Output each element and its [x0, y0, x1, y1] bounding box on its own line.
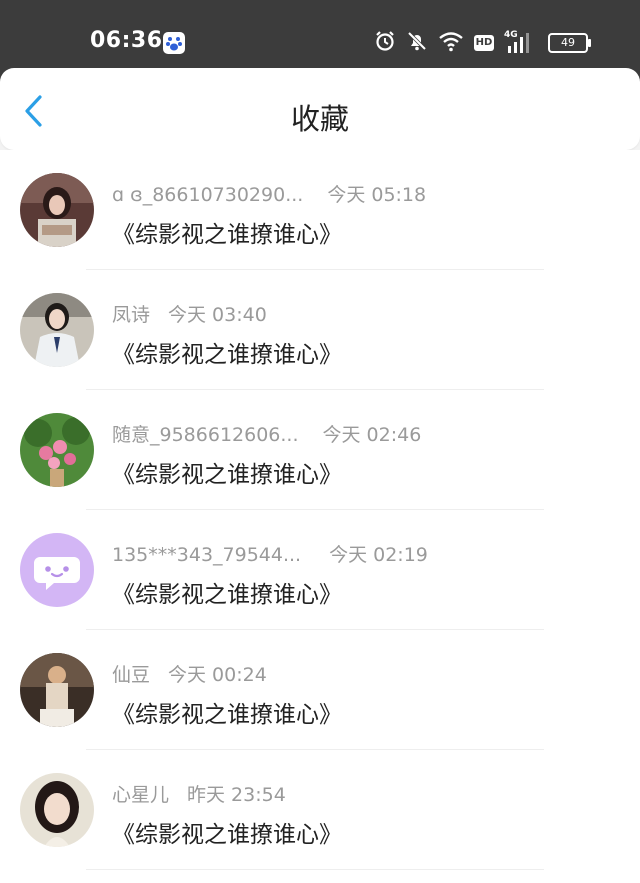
list-item[interactable]: 心星儿 昨天 23:54 《综影视之谁撩谁心》: [0, 750, 640, 870]
username: 随意_9586612606...: [112, 424, 299, 446]
list-item[interactable]: 135***343_79544... 今天 02:19 《综影视之谁撩谁心》: [0, 510, 640, 630]
page-title: 收藏: [290, 102, 349, 136]
title-bar: 收藏: [0, 68, 640, 150]
avatar[interactable]: [20, 293, 94, 367]
list-item[interactable]: 凤诗 今天 03:40 《综影视之谁撩谁心》: [0, 270, 640, 390]
list-item[interactable]: ɑ ɞ_86610730290... 今天 05:18 《综影视之谁撩谁心》: [0, 150, 640, 270]
book-title: 《综影视之谁撩谁心》: [112, 462, 342, 488]
alarm-icon: [374, 30, 396, 56]
username: 135***343_79544...: [112, 544, 302, 566]
timestamp: 今天 02:46: [322, 424, 422, 446]
battery-icon: 49: [548, 33, 591, 53]
status-time: 06:36: [90, 28, 163, 53]
avatar[interactable]: [20, 173, 94, 247]
signal-icon: 4G: [504, 30, 532, 54]
default-avatar[interactable]: [20, 533, 94, 607]
list-item[interactable]: 仙豆 今天 00:24 《综影视之谁撩谁心》: [0, 630, 640, 750]
timestamp: 昨天 23:54: [187, 784, 286, 806]
username: 心星儿: [112, 784, 170, 806]
username: 凤诗: [112, 304, 151, 326]
book-title: 《综影视之谁撩谁心》: [112, 342, 342, 368]
baidu-app-icon: [163, 32, 185, 54]
hd-icon: HD: [474, 35, 494, 51]
book-title: 《综影视之谁撩谁心》: [112, 822, 342, 848]
username: 仙豆: [112, 664, 151, 686]
chat-bubble-icon: [20, 533, 94, 607]
timestamp: 今天 02:19: [329, 544, 428, 566]
avatar[interactable]: [20, 653, 94, 727]
status-icons: HD 4G 49: [374, 29, 591, 57]
avatar[interactable]: [20, 413, 94, 487]
book-title: 《综影视之谁撩谁心》: [112, 582, 342, 608]
timestamp: 今天 05:18: [327, 184, 427, 206]
divider: [86, 869, 544, 870]
mute-bell-icon: [406, 30, 428, 56]
username: ɑ ɞ_86610730290...: [112, 184, 304, 206]
book-title: 《综影视之谁撩谁心》: [112, 702, 342, 728]
favorites-list: ɑ ɞ_86610730290... 今天 05:18 《综影视之谁撩谁心》 凤诗…: [0, 150, 640, 883]
timestamp: 今天 03:40: [168, 304, 267, 326]
timestamp: 今天 00:24: [168, 664, 267, 686]
avatar[interactable]: [20, 773, 94, 847]
list-item[interactable]: 随意_9586612606... 今天 02:46 《综影视之谁撩谁心》: [0, 390, 640, 510]
wifi-icon: [438, 30, 464, 56]
book-title: 《综影视之谁撩谁心》: [112, 222, 342, 248]
